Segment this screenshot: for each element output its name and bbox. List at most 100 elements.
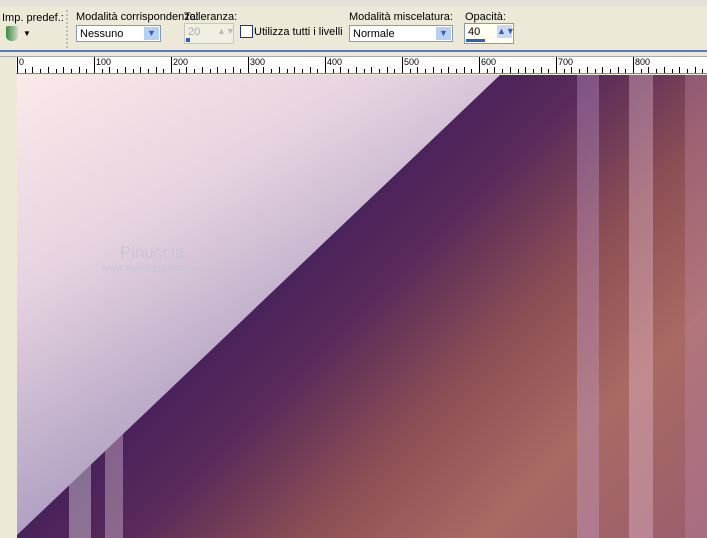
tool-options-bar: Imp. predef.: ▼ Modalità corrispondenza:… <box>0 6 707 50</box>
ruler-tick <box>47 67 49 73</box>
ruler-tick <box>325 57 326 73</box>
ruler-tick <box>609 69 611 73</box>
stripe <box>577 75 599 538</box>
ruler-tick <box>201 67 203 73</box>
ruler-tick <box>586 67 588 73</box>
ruler-tick <box>509 67 511 73</box>
ruler-tick <box>163 69 165 73</box>
use-all-layers-label: Utilizza tutti i livelli <box>254 26 343 38</box>
watermark: Pinuccia www.maidiregrafica.eu <box>87 243 217 274</box>
ruler-tick <box>671 69 673 73</box>
ruler-label: 0 <box>19 57 25 67</box>
ruler-tick <box>363 69 365 73</box>
ruler-label: 600 <box>481 57 497 67</box>
ruler-tick <box>63 67 65 73</box>
preset-label: Imp. predef.: <box>2 12 64 24</box>
ruler-tick <box>440 69 442 73</box>
ruler-tick <box>286 69 288 73</box>
use-all-layers-checkbox[interactable] <box>240 25 253 38</box>
ruler-tick <box>594 69 596 73</box>
ruler-tick <box>548 69 550 73</box>
chevron-down-icon[interactable]: ▼ <box>144 27 159 40</box>
ruler-tick <box>579 69 581 73</box>
opacity-input[interactable]: 40 ▲▼ <box>464 23 515 44</box>
vertical-ruler <box>0 57 12 538</box>
preset-button[interactable]: ▼ <box>6 26 31 44</box>
ruler-tick <box>24 69 26 73</box>
ruler-tick <box>240 69 242 73</box>
ruler-tick <box>278 67 280 73</box>
ruler-tick <box>702 69 704 73</box>
match-mode-value: Nessuno <box>80 28 124 40</box>
ruler-tick <box>617 67 619 73</box>
ruler-tick <box>186 67 188 73</box>
ruler-tick <box>109 67 111 73</box>
blend-mode-select[interactable]: Normale ▼ <box>349 25 453 42</box>
ruler-tick <box>32 67 34 73</box>
ruler-tick <box>386 67 388 73</box>
ruler-tick <box>217 67 219 73</box>
paint-bucket-icon <box>6 26 18 41</box>
ruler-tick <box>640 69 642 73</box>
ruler-label: 300 <box>250 57 266 67</box>
match-mode-select[interactable]: Nessuno ▼ <box>76 25 161 42</box>
ruler-tick <box>255 69 257 73</box>
ruler-tick <box>571 67 573 73</box>
ruler-tick <box>55 69 57 73</box>
ruler-label: 800 <box>635 57 651 67</box>
match-mode-label: Modalità corrispondenza: <box>76 11 199 23</box>
ruler-tick <box>448 67 450 73</box>
tolerance-input[interactable]: 20 ▲▼ <box>184 23 235 44</box>
image-canvas[interactable]: Pinuccia www.maidiregrafica.eu <box>17 75 707 538</box>
ruler-tick <box>663 67 665 73</box>
opacity-level-bar <box>466 39 486 42</box>
ruler-tick <box>517 69 519 73</box>
ruler-tick <box>425 69 427 73</box>
ruler-tick <box>117 69 119 73</box>
ruler-label: 700 <box>558 57 574 67</box>
ruler-tick <box>525 67 527 73</box>
ruler-tick <box>532 69 534 73</box>
ruler-tick <box>694 67 696 73</box>
ruler-tick <box>602 67 604 73</box>
ruler-tick <box>648 67 650 73</box>
ruler-tick <box>171 57 172 73</box>
opacity-label: Opacità: <box>465 11 506 23</box>
ruler-tick <box>40 69 42 73</box>
horizontal-ruler: 0 100 200 300 400 500 600 700 800 <box>16 57 707 74</box>
ruler-tick <box>409 69 411 73</box>
ruler-tick <box>94 57 95 73</box>
ruler-label: 200 <box>173 57 189 67</box>
toolbar-grip[interactable] <box>66 10 71 48</box>
spinner-icon[interactable]: ▲▼ <box>217 25 235 38</box>
ruler-tick <box>140 67 142 73</box>
blend-mode-label: Modalità miscelatura: <box>349 11 453 23</box>
ruler-tick <box>486 69 488 73</box>
ruler-tick <box>248 57 249 73</box>
watermark-name: Pinuccia <box>119 243 185 262</box>
ruler-tick <box>679 67 681 73</box>
ruler-tick <box>625 69 627 73</box>
ruler-tick <box>556 57 557 73</box>
watermark-url: www.maidiregrafica.eu <box>101 263 203 274</box>
ruler-tick <box>178 69 180 73</box>
stripe <box>629 75 653 538</box>
ruler-tick <box>471 69 473 73</box>
ruler-tick <box>147 69 149 73</box>
ruler-tick <box>355 67 357 73</box>
ruler-tick <box>432 67 434 73</box>
ruler-tick <box>132 69 134 73</box>
ruler-tick <box>563 69 565 73</box>
ruler-tick <box>224 69 226 73</box>
ruler-tick <box>540 67 542 73</box>
ruler-tick <box>633 57 634 73</box>
ruler-tick <box>124 67 126 73</box>
chevron-down-icon[interactable]: ▼ <box>436 27 451 40</box>
spinner-icon[interactable]: ▲▼ <box>497 25 515 38</box>
ruler-tick <box>301 69 303 73</box>
ruler-tick <box>394 69 396 73</box>
ruler-tick <box>371 67 373 73</box>
ruler-tick <box>686 69 688 73</box>
ruler-tick <box>479 57 480 73</box>
chevron-down-icon: ▼ <box>23 29 31 38</box>
